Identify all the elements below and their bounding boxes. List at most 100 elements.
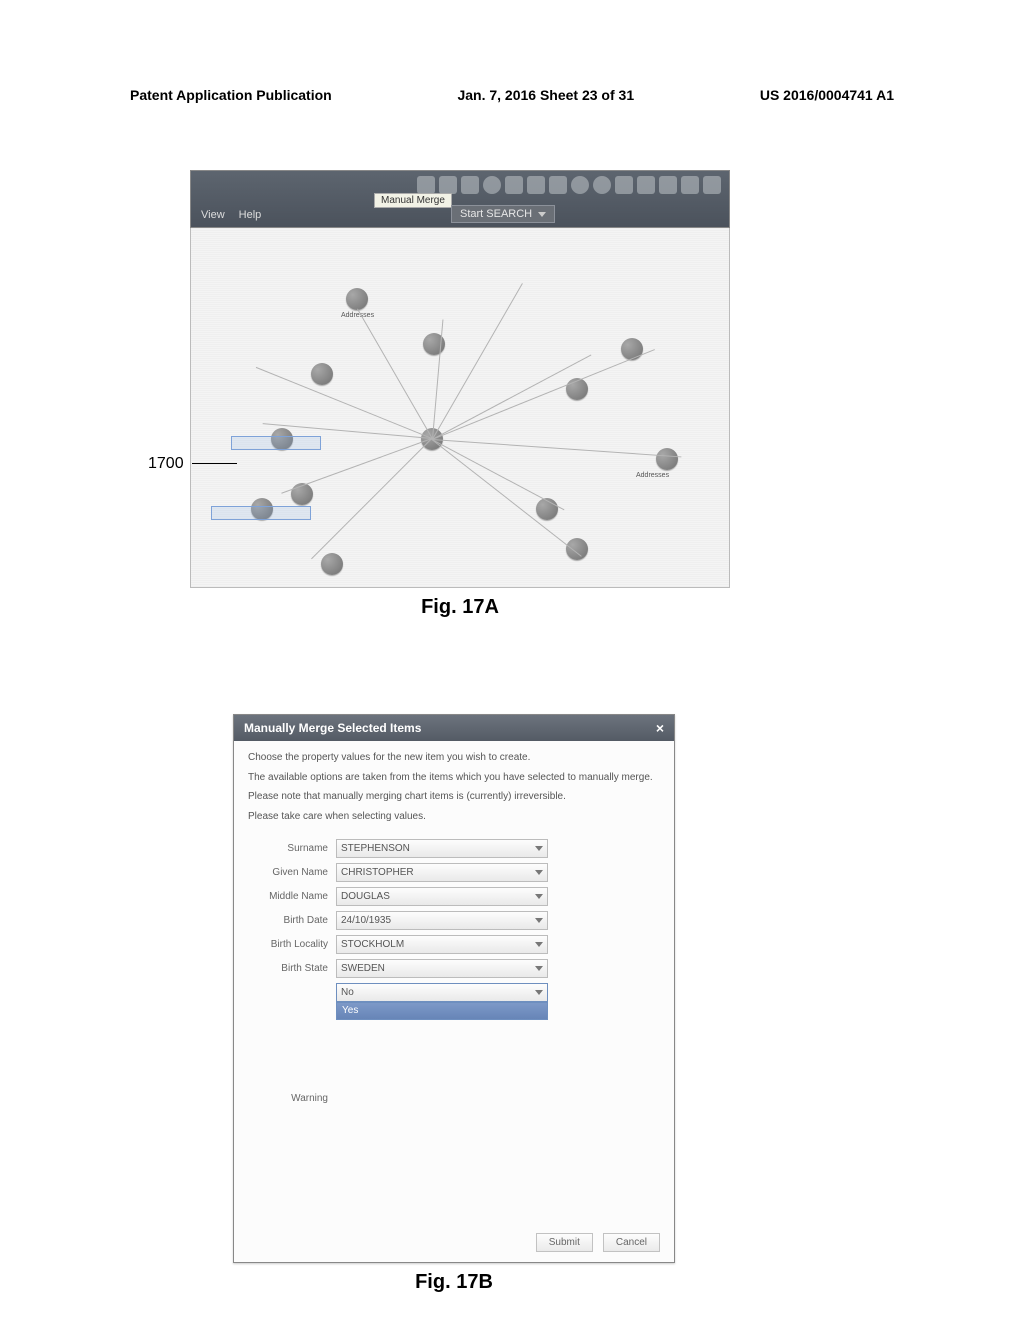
value-birth-state: SWEDEN <box>341 963 385 974</box>
label-surname: Surname <box>248 843 328 854</box>
graph-edge <box>432 439 565 510</box>
graph-edge <box>357 309 433 439</box>
toolbar-icon[interactable] <box>527 176 545 194</box>
select-surname[interactable]: STEPHENSON <box>336 839 548 858</box>
field-warning: Warning No Yes <box>248 983 660 1214</box>
toolbar: Manual Merge View Help Start SEARCH <box>190 170 730 228</box>
field-birth-date: Birth Date 24/10/1935 <box>248 911 660 930</box>
chevron-down-icon <box>535 942 543 947</box>
toolbar-icon[interactable] <box>483 176 501 194</box>
value-surname: STEPHENSON <box>341 843 410 854</box>
graph-node[interactable] <box>566 538 588 560</box>
label-warning: Warning <box>248 1093 328 1104</box>
merge-form: Surname STEPHENSON Given Name CHRISTOPHE… <box>234 835 674 1227</box>
menu-view[interactable]: View <box>201 209 225 221</box>
chevron-down-icon <box>538 212 546 217</box>
field-middle-name: Middle Name DOUGLAS <box>248 887 660 906</box>
chevron-down-icon <box>535 990 543 995</box>
toolbar-icon[interactable] <box>439 176 457 194</box>
graph-canvas[interactable]: Addresses Addresses <box>190 228 730 588</box>
graph-edge <box>432 283 523 439</box>
toolbar-icon[interactable] <box>659 176 677 194</box>
instr-line-1: Choose the property values for the new i… <box>248 751 660 765</box>
dialog-footer: Submit Cancel <box>234 1227 674 1262</box>
menu-bar: View Help <box>201 209 261 221</box>
graph-node[interactable] <box>621 338 643 360</box>
manual-merge-tooltip: Manual Merge <box>374 193 452 208</box>
dialog-instructions: Choose the property values for the new i… <box>234 741 674 835</box>
toolbar-icon[interactable] <box>461 176 479 194</box>
toolbar-icon[interactable] <box>703 176 721 194</box>
select-birth-date[interactable]: 24/10/1935 <box>336 911 548 930</box>
value-middle-name: DOUGLAS <box>341 891 390 902</box>
value-birth-locality: STOCKHOLM <box>341 939 404 950</box>
label-birth-locality: Birth Locality <box>248 939 328 950</box>
field-surname: Surname STEPHENSON <box>248 839 660 858</box>
graph-node[interactable] <box>321 553 343 575</box>
select-given-name[interactable]: CHRISTOPHER <box>336 863 548 882</box>
menu-help[interactable]: Help <box>239 209 262 221</box>
label-birth-state: Birth State <box>248 963 328 974</box>
graph-node[interactable] <box>656 448 678 470</box>
dialog-title-text: Manually Merge Selected Items <box>244 721 421 735</box>
figure-17a-caption: Fig. 17A <box>190 596 730 619</box>
start-search-label: Start SEARCH <box>460 208 532 220</box>
label-birth-date: Birth Date <box>248 915 328 926</box>
label-middle-name: Middle Name <box>248 891 328 902</box>
field-birth-state: Birth State SWEDEN <box>248 959 660 978</box>
graph-edge <box>311 438 432 559</box>
figure-17b-caption: Fig. 17B <box>233 1271 675 1294</box>
figure-17a: Manual Merge View Help Start SEARCH Addr… <box>190 170 730 619</box>
close-icon[interactable]: × <box>656 720 664 736</box>
chevron-down-icon <box>535 894 543 899</box>
select-warning[interactable]: No <box>336 983 548 1002</box>
select-birth-locality[interactable]: STOCKHOLM <box>336 935 548 954</box>
page-header: Patent Application Publication Jan. 7, 2… <box>130 87 894 103</box>
toolbar-icon[interactable] <box>681 176 699 194</box>
label-given-name: Given Name <box>248 867 328 878</box>
chevron-down-icon <box>535 918 543 923</box>
toolbar-icon[interactable] <box>637 176 655 194</box>
value-given-name: CHRISTOPHER <box>341 867 414 878</box>
graph-node[interactable] <box>346 288 368 310</box>
toolbar-icon[interactable] <box>549 176 567 194</box>
chevron-down-icon <box>535 966 543 971</box>
toolbar-icon[interactable] <box>505 176 523 194</box>
select-middle-name[interactable]: DOUGLAS <box>336 887 548 906</box>
figure-17b: Manually Merge Selected Items × Choose t… <box>233 714 675 1294</box>
header-middle: Jan. 7, 2016 Sheet 23 of 31 <box>457 87 634 103</box>
dialog-titlebar: Manually Merge Selected Items × <box>234 715 674 741</box>
header-left: Patent Application Publication <box>130 87 332 103</box>
selection-box[interactable] <box>231 436 321 450</box>
graph-edge <box>432 349 655 440</box>
field-given-name: Given Name CHRISTOPHER <box>248 863 660 882</box>
chevron-down-icon <box>535 870 543 875</box>
instr-line-2: The available options are taken from the… <box>248 771 660 785</box>
cancel-button[interactable]: Cancel <box>603 1233 660 1252</box>
toolbar-icon[interactable] <box>417 176 435 194</box>
graph-node[interactable] <box>311 363 333 385</box>
instr-line-3: Please note that manually merging chart … <box>248 790 660 804</box>
ref-number-1700: 1700 <box>148 455 184 473</box>
chevron-down-icon <box>535 846 543 851</box>
start-search-button[interactable]: Start SEARCH <box>451 205 555 223</box>
dropdown-option-yes[interactable]: Yes <box>336 1002 548 1020</box>
field-birth-locality: Birth Locality STOCKHOLM <box>248 935 660 954</box>
toolbar-icon[interactable] <box>593 176 611 194</box>
selection-box[interactable] <box>211 506 311 520</box>
node-label: Addresses <box>636 472 669 479</box>
node-label: Addresses <box>341 312 374 319</box>
value-birth-date: 24/10/1935 <box>341 915 391 926</box>
warning-dropdown-list: Yes <box>336 1002 548 1214</box>
ref-leader-line <box>192 463 237 464</box>
select-birth-state[interactable]: SWEDEN <box>336 959 548 978</box>
toolbar-icon[interactable] <box>615 176 633 194</box>
graph-edge <box>432 439 681 457</box>
submit-button[interactable]: Submit <box>536 1233 593 1252</box>
graph-edge <box>431 439 581 557</box>
merge-dialog: Manually Merge Selected Items × Choose t… <box>233 714 675 1263</box>
value-warning: No <box>341 987 354 998</box>
header-right: US 2016/0004741 A1 <box>760 87 894 103</box>
instr-line-4: Please take care when selecting values. <box>248 810 660 824</box>
toolbar-icon[interactable] <box>571 176 589 194</box>
